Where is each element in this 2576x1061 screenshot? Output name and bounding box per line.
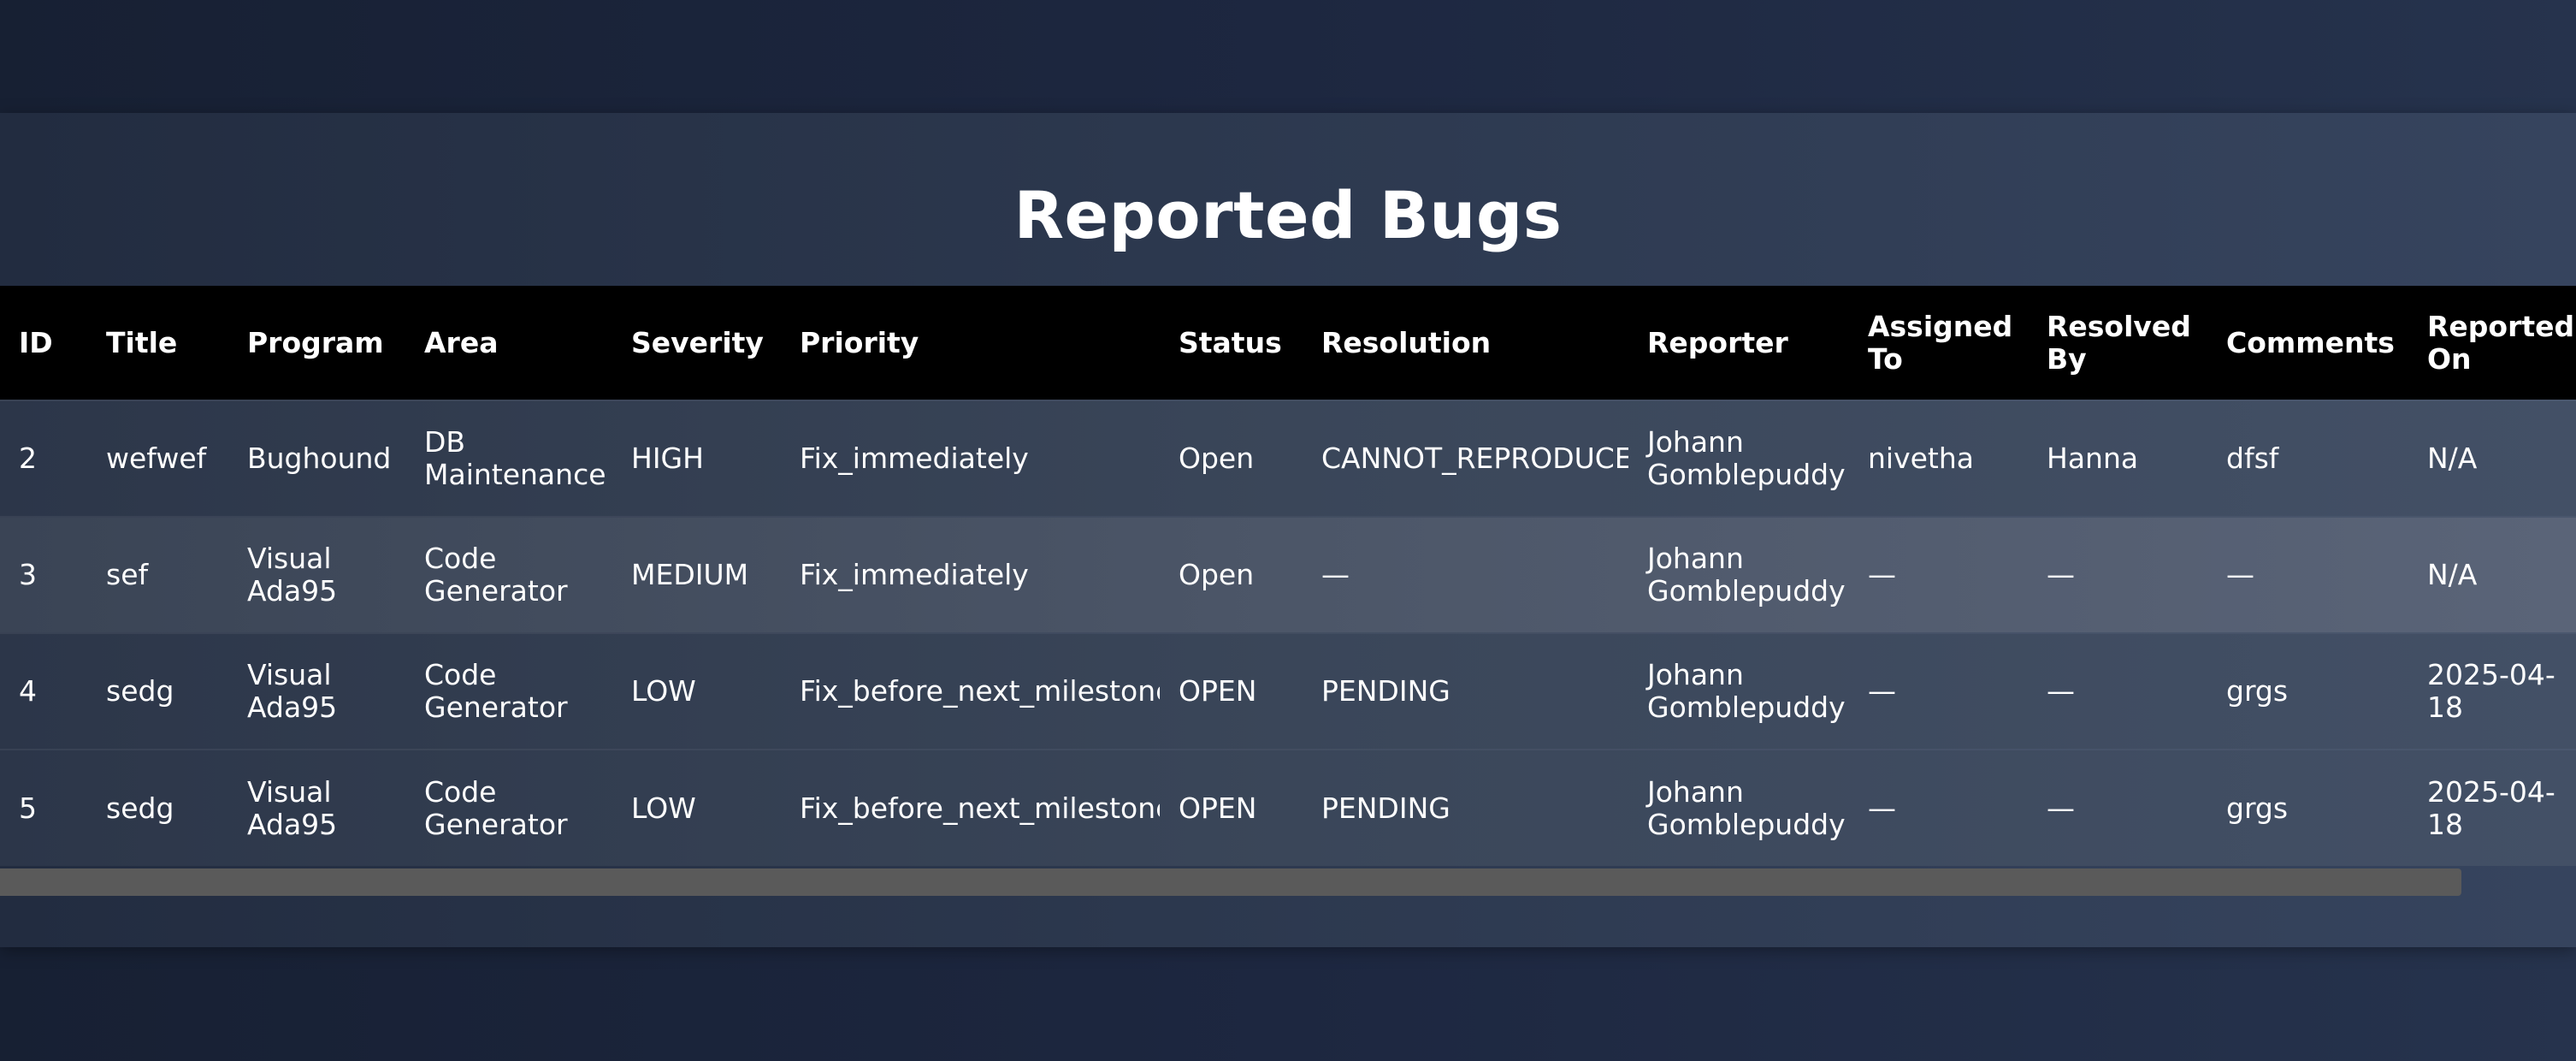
cell-reporter: Johann Gomblepuddy [1647,774,1846,841]
bugs-table-container: ID Title Program Area Severity Priority … [0,286,2576,868]
cell-resolved-by: — [2047,791,2075,825]
cell-title: sedg [106,674,174,708]
table-header-row: ID Title Program Area Severity Priority … [0,286,2576,400]
table-row[interactable]: 2 wefwef Bughound DB Maintenance HIGH Fi… [0,400,2576,517]
cell-resolved-by: — [2047,558,2075,591]
cell-program: Bughound [247,442,392,475]
column-header-reporter[interactable]: Reporter [1628,286,1849,400]
horizontal-scrollbar[interactable] [0,868,2461,896]
cell-id: 4 [19,674,37,708]
cell-reported-on: 2025-04-18 [2427,658,2555,724]
cell-reported-on: N/A [2427,442,2478,475]
bugs-table: ID Title Program Area Severity Priority … [0,286,2576,866]
cell-resolution: CANNOT_REPRODUCE [1321,442,1628,475]
cell-assigned-to: — [1868,558,1896,591]
column-header-program[interactable]: Program [228,286,405,400]
table-row[interactable]: 3 sef Visual Ada95 Code Generator MEDIUM… [0,517,2576,633]
table-row[interactable]: 5 sedg Visual Ada95 Code Generator LOW F… [0,750,2576,866]
cell-severity: HIGH [631,442,704,475]
cell-program: Visual Ada95 [247,774,338,841]
cell-resolution: — [1321,558,1350,591]
cell-area: Code Generator [424,774,568,841]
cell-priority: Fix_immediately [800,442,1029,475]
cell-status: OPEN [1179,674,1257,708]
cell-resolution: PENDING [1321,674,1450,708]
cell-priority: Fix_before_next_milestone [800,791,1160,825]
cell-reporter: Johann Gomblepuddy [1647,542,1846,608]
cell-id: 3 [19,558,37,591]
cell-comments: — [2226,558,2254,591]
column-header-status[interactable]: Status [1160,286,1303,400]
column-header-priority[interactable]: Priority [781,286,1160,400]
cell-area: DB Maintenance [424,425,606,491]
cell-reported-on: 2025-04-18 [2427,774,2555,841]
column-header-assigned-to[interactable]: Assigned To [1849,286,2028,400]
cell-comments: dfsf [2226,442,2279,475]
cell-reporter: Johann Gomblepuddy [1647,658,1846,724]
cell-resolved-by: — [2047,674,2075,708]
cell-title: sedg [106,791,174,825]
cell-severity: LOW [631,674,696,708]
bugs-panel: Reported Bugs ID Title Program Area Seve… [0,113,2576,947]
cell-assigned-to: — [1868,674,1896,708]
cell-id: 2 [19,442,37,475]
cell-program: Visual Ada95 [247,658,338,724]
column-header-title[interactable]: Title [87,286,228,400]
column-header-comments[interactable]: Comments [2207,286,2408,400]
column-header-resolution[interactable]: Resolution [1303,286,1628,400]
cell-status: OPEN [1179,791,1257,825]
page-title: Reported Bugs [1013,177,1563,253]
cell-area: Code Generator [424,542,568,608]
cell-status: Open [1179,442,1255,475]
cell-reporter: Johann Gomblepuddy [1647,425,1846,491]
cell-assigned-to: nivetha [1868,442,1974,475]
column-header-area[interactable]: Area [405,286,612,400]
cell-priority: Fix_before_next_milestone [800,674,1160,708]
cell-title: sef [106,558,149,591]
cell-program: Visual Ada95 [247,542,338,608]
cell-reported-on: N/A [2427,558,2478,591]
cell-severity: MEDIUM [631,558,749,591]
column-header-id[interactable]: ID [0,286,87,400]
column-header-severity[interactable]: Severity [612,286,781,400]
table-row[interactable]: 4 sedg Visual Ada95 Code Generator LOW F… [0,633,2576,750]
cell-resolved-by: Hanna [2047,442,2139,475]
cell-comments: grgs [2226,674,2289,708]
cell-area: Code Generator [424,658,568,724]
cell-status: Open [1179,558,1255,591]
cell-assigned-to: — [1868,791,1896,825]
cell-comments: grgs [2226,791,2289,825]
column-header-reported-on[interactable]: Reported On [2408,286,2576,400]
cell-title: wefwef [106,442,207,475]
column-header-resolved-by[interactable]: Resolved By [2028,286,2207,400]
cell-resolution: PENDING [1321,791,1450,825]
cell-priority: Fix_immediately [800,558,1029,591]
cell-severity: LOW [631,791,696,825]
cell-id: 5 [19,791,37,825]
